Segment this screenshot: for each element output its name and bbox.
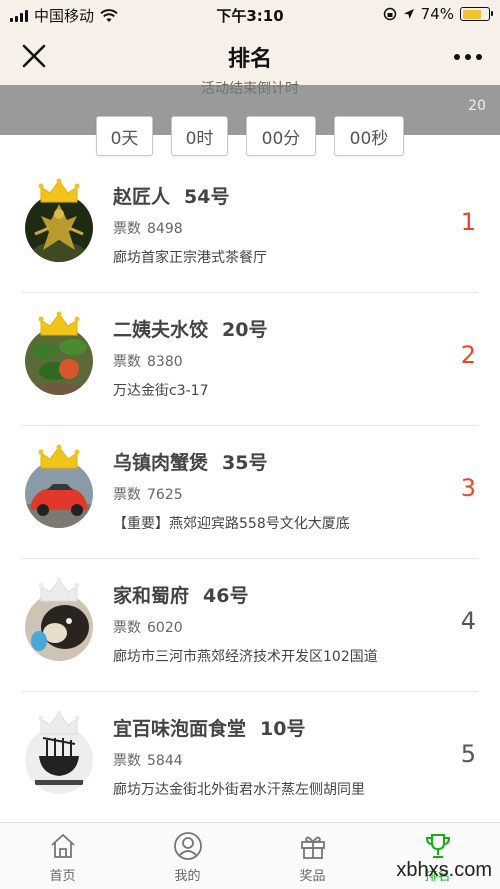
tab-label: 首页 <box>49 869 76 884</box>
countdown-seconds: 00秒 <box>334 116 404 156</box>
figurine-image <box>25 194 93 262</box>
tab-home[interactable]: 首页 <box>0 823 125 889</box>
votes-value: 7625 <box>147 487 183 503</box>
countdown-boxes: 0天 0时 00分 00秒 <box>0 116 500 156</box>
battery-icon <box>460 7 493 21</box>
status-bar: 中国移动 下午3:10 74% <box>0 0 500 28</box>
red-car-image <box>25 460 93 528</box>
item-number: 46号 <box>203 585 249 607</box>
votes-label: 票数 <box>113 487 141 503</box>
page-title: 排名 <box>227 47 272 72</box>
nav-bar: 排名 <box>0 28 500 85</box>
votes-label: 票数 <box>113 753 141 769</box>
item-title: 赵匠人 54号 <box>113 182 229 209</box>
status-right: 74% <box>383 5 493 23</box>
item-address: 【重要】燕郊迎宾路558号文化大厦底 <box>113 516 350 532</box>
item-votes: 票数 5844 <box>113 750 183 770</box>
silver-crown-icon <box>38 577 80 602</box>
gold-crown-icon <box>38 178 80 203</box>
item-number: 20号 <box>222 319 268 341</box>
plant-image <box>25 327 93 395</box>
rank-number: 3 <box>460 474 476 502</box>
countdown-hours: 0时 <box>171 116 228 156</box>
rank-number: 5 <box>460 740 476 768</box>
item-votes: 票数 8380 <box>113 351 183 371</box>
item-address: 廊坊首家正宗港式茶餐厅 <box>113 250 267 266</box>
trophy-icon <box>425 834 450 858</box>
battery-percent: 74% <box>420 5 454 23</box>
rotation-lock-icon <box>383 7 396 21</box>
more-icon[interactable] <box>454 54 482 60</box>
item-votes: 票数 8498 <box>113 218 183 238</box>
gift-icon <box>300 836 325 859</box>
votes-value: 6020 <box>147 620 183 636</box>
list-item[interactable]: 家和蜀府 46号 票数 6020 廊坊市三河市燕郊经济技术开发区102国道 4 <box>0 559 500 692</box>
item-title: 家和蜀府 46号 <box>113 581 248 608</box>
votes-value: 5844 <box>147 753 183 769</box>
location-arrow-icon <box>403 9 414 19</box>
item-title: 宜百味泡面食堂 10号 <box>113 714 305 741</box>
item-address: 万达金街c3-17 <box>113 383 209 399</box>
item-address: 廊坊万达金街北外街君水汗蒸左侧胡同里 <box>113 782 365 798</box>
item-number: 35号 <box>222 452 268 474</box>
item-title: 乌镇肉蟹煲 35号 <box>113 448 267 475</box>
item-name: 赵匠人 <box>113 186 171 208</box>
rank-number: 1 <box>460 208 476 236</box>
tab-label: 奖品 <box>299 869 326 884</box>
votes-value: 8498 <box>147 221 183 237</box>
item-name: 家和蜀府 <box>113 585 190 607</box>
item-name: 二姨夫水饺 <box>113 319 209 341</box>
votes-label: 票数 <box>113 221 141 237</box>
avatar-wrap <box>25 710 93 794</box>
avatar-wrap <box>25 178 93 262</box>
item-votes: 票数 7625 <box>113 484 183 504</box>
tab-label: 我的 <box>174 869 201 884</box>
countdown-minutes: 00分 <box>246 116 316 156</box>
item-name: 宜百味泡面食堂 <box>113 718 247 740</box>
silver-crown-icon <box>38 710 80 735</box>
rank-number: 2 <box>460 341 476 369</box>
list-item[interactable]: 宜百味泡面食堂 10号 票数 5844 廊坊万达金街北外街君水汗蒸左侧胡同里 5 <box>0 692 500 825</box>
avatar-wrap <box>25 444 93 528</box>
votes-label: 票数 <box>113 620 141 636</box>
list-item[interactable]: 二姨夫水饺 20号 票数 8380 万达金街c3-17 2 <box>0 293 500 426</box>
item-votes: 票数 6020 <box>113 617 183 637</box>
list-item[interactable]: 乌镇肉蟹煲 35号 票数 7625 【重要】燕郊迎宾路558号文化大厦底 3 <box>0 426 500 559</box>
dog-image <box>25 593 93 661</box>
watermark: xbhxs.com <box>396 859 492 881</box>
item-number: 54号 <box>184 186 230 208</box>
gold-crown-icon <box>38 311 80 336</box>
gold-crown-icon <box>38 444 80 469</box>
countdown-days: 0天 <box>96 116 153 156</box>
noodle-logo-image <box>25 726 93 794</box>
user-icon <box>173 832 202 860</box>
tab-prizes[interactable]: 奖品 <box>250 823 375 889</box>
tab-mine[interactable]: 我的 <box>125 823 250 889</box>
rank-number: 4 <box>460 607 476 635</box>
votes-label: 票数 <box>113 354 141 370</box>
overlay-text: 20 <box>468 98 486 114</box>
ranking-list: 赵匠人 54号 票数 8498 廊坊首家正宗港式茶餐厅 1 二姨夫水饺 20号 <box>0 160 500 825</box>
votes-value: 8380 <box>147 354 183 370</box>
avatar-wrap <box>25 311 93 395</box>
item-address: 廊坊市三河市燕郊经济技术开发区102国道 <box>113 649 378 665</box>
home-icon <box>50 833 75 858</box>
item-name: 乌镇肉蟹煲 <box>113 452 209 474</box>
item-number: 10号 <box>260 718 306 740</box>
item-title: 二姨夫水饺 20号 <box>113 315 267 342</box>
avatar-wrap <box>25 577 93 661</box>
list-item[interactable]: 赵匠人 54号 票数 8498 廊坊首家正宗港式茶餐厅 1 <box>0 160 500 293</box>
